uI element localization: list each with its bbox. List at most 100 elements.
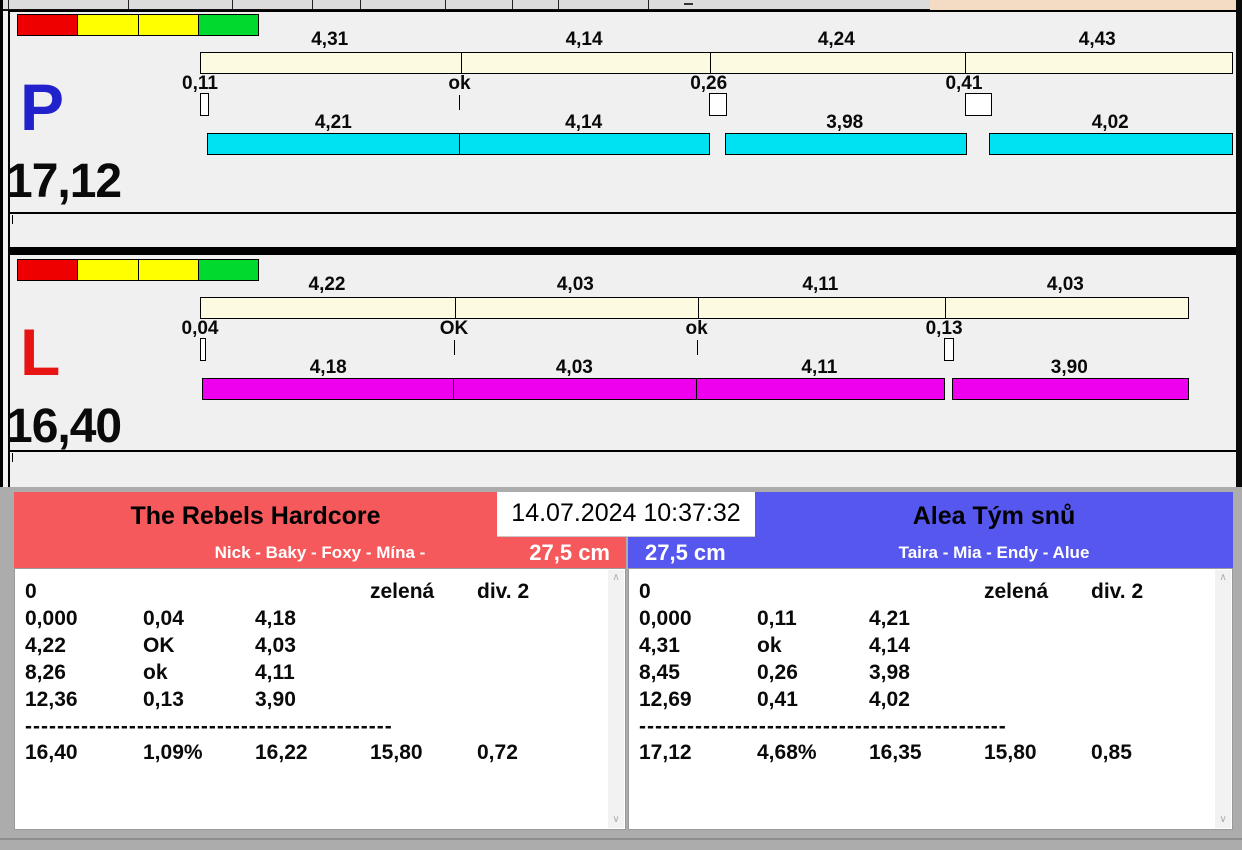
crossing-label: 0,26 [690,73,728,94]
right-table-scrollbar[interactable]: ∧ ∨ [1215,570,1231,828]
run-bar-segment [989,133,1233,155]
datetime-display: 14.07.2024 10:37:32 [497,492,755,537]
lane-l-total-time: 16,40 [6,400,122,453]
split-bar [200,52,1233,74]
left-table-scrollbar[interactable]: ∧ ∨ [608,570,624,828]
run-bar-segment [459,133,710,155]
run-time-label: 4,03 [555,357,593,378]
crossing-loss-box [200,93,209,116]
traffic-light [197,14,259,36]
split-time-label: 4,22 [308,274,346,295]
run-time-label: 4,21 [314,112,352,133]
table-cell: 0 [639,580,651,603]
left-team-name: The Rebels Hardcore [130,502,381,530]
table-row: 12,69 0,41 4,02 [639,687,1215,714]
table-cell: 4,68% [757,741,817,764]
split-time-label: 4,24 [817,29,855,50]
minimize-dash-icon[interactable] [684,3,693,5]
table-cell: 15,80 [370,741,423,764]
table-cell: 4,03 [255,634,296,657]
left-team-results-rows: 0 zelená div. 2 0,000 0,04 4,18 4,22 OK 4,03 8,26… [15,569,608,829]
table-cell: 3,90 [255,688,296,711]
table-row: 4,22 OK 4,03 [25,633,608,660]
lane-l: 4,22 0,04 4,18 4,03 OK 4,03 4,11 ok 4,11 4,03 0,13… [0,255,1242,453]
table-cell: 0,26 [757,661,798,684]
table-cell: 0,85 [1091,741,1132,764]
table-totals-row: 17,12 4,68% 16,35 15,80 0,85 [639,740,1215,767]
table-cell: 4,11 [255,661,295,684]
run-bar-segment [725,133,967,155]
crossing-loss-box [965,93,992,116]
right-team-results-rows: 0 zelená div. 2 0,000 0,11 4,21 4,31 ok 4,14 8,45… [629,569,1215,829]
table-cell: 0,72 [477,741,518,764]
traffic-light [77,259,139,281]
lane-p-traffic-lights [17,14,259,36]
table-cell: div. 2 [477,580,530,603]
split-segment [201,53,461,73]
table-row: 8,26 ok 4,11 [25,660,608,687]
table-cell: ok [143,661,168,684]
table-cell: 16,35 [869,741,922,764]
lane-p-total-time: 17,12 [6,155,122,208]
caret-mark [12,215,13,224]
lane-l-split-chart: 4,22 0,04 4,18 4,03 OK 4,03 4,11 ok 4,11 4,03 0,13… [0,255,1242,450]
split-segment [460,53,710,73]
traffic-light [17,14,79,36]
crossing-ok-tick [697,340,698,355]
lane-divider [8,247,1236,255]
split-segment [697,298,945,318]
crossing-loss-box [200,338,206,361]
scroll-up-icon[interactable]: ∧ [1215,570,1231,586]
table-cell: 0,41 [757,688,798,711]
window-strip-divider [445,0,446,9]
run-bar-segment [696,378,945,400]
crossing-label: 0,41 [945,73,983,94]
right-team-results-table[interactable]: 0 zelená div. 2 0,000 0,11 4,21 4,31 ok 4,14 8,45… [628,568,1233,830]
table-cell: 0,11 [757,607,797,630]
crossing-ok-tick [454,340,455,355]
run-time-label: 4,18 [309,357,347,378]
table-cell: 0,000 [639,607,692,630]
table-cell: 4,22 [25,634,66,657]
crossing-label: 0,13 [925,318,963,339]
table-row: 8,45 0,26 3,98 [639,660,1215,687]
crossing-label: 0,04 [181,318,219,339]
table-cell: 8,45 [639,661,680,684]
split-bar [200,297,1189,319]
scroll-up-icon[interactable]: ∧ [608,570,624,586]
split-segment [201,298,455,318]
table-cell: 0,13 [143,688,184,711]
window-strip-divider [8,0,9,9]
table-cell: 3,98 [869,661,910,684]
window-strip-divider [232,0,233,9]
table-row: 0,000 0,11 4,21 [639,606,1215,633]
split-time-label: 4,03 [556,274,594,295]
crossing-label: ok [448,73,471,94]
right-team-name: Alea Tým snů [912,502,1076,530]
scroll-down-icon[interactable]: ∨ [608,812,624,828]
split-time-label: 4,03 [1046,274,1084,295]
split-segment [454,298,698,318]
traffic-light [137,14,199,36]
table-cell: 8,26 [25,661,66,684]
run-time-label: 4,11 [801,357,838,378]
crossing-label: ok [685,318,708,339]
traffic-light [77,14,139,36]
run-bar-segment [952,378,1189,400]
window-top-strip-right [930,0,1236,10]
lane-l-traffic-lights [17,259,259,281]
left-team-results-table[interactable]: 0 zelená div. 2 0,000 0,04 4,18 4,22 OK 4,03 8,26… [14,568,626,830]
split-time-label: 4,31 [311,29,349,50]
table-cell: zelená [370,580,435,603]
traffic-light [17,259,79,281]
run-time-label: 4,02 [1091,112,1129,133]
lane-l-status-strip [10,452,1236,487]
lane-l-letter: L [20,315,61,389]
split-segment [944,298,1188,318]
table-separator: ----------------------------------------… [25,715,393,738]
table-cell: 4,14 [869,634,910,657]
scroll-down-icon[interactable]: ∨ [1215,812,1231,828]
lane-p: 4,31 0,11 4,21 4,14 ok 4,14 4,24 0,26 3,98 4,43 0,… [0,10,1242,212]
table-row: 4,31 ok 4,14 [639,633,1215,660]
split-segment [965,53,1232,73]
